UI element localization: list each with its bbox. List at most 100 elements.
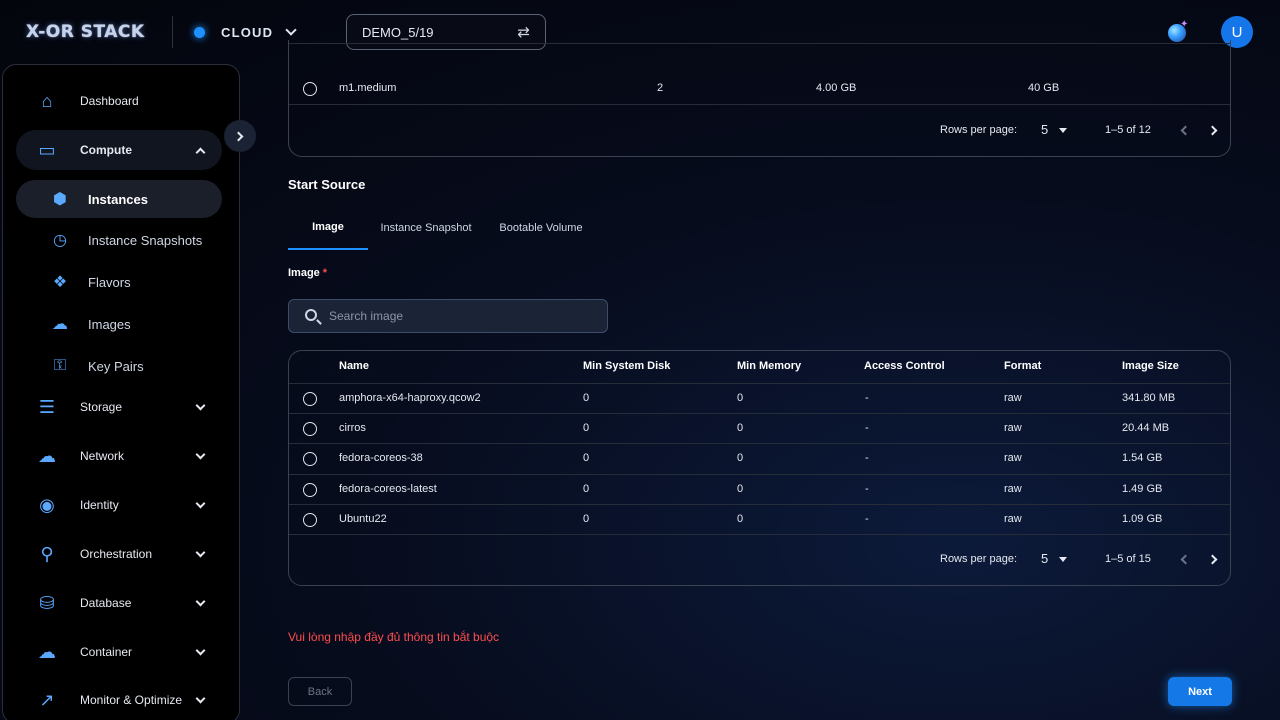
min-system-disk: 0 bbox=[583, 513, 590, 525]
image-name: amphora-x64-haproxy.qcow2 bbox=[339, 392, 481, 404]
flavors-icon: ❖ bbox=[52, 274, 68, 291]
cloud-switcher[interactable]: CLOUD bbox=[194, 22, 297, 42]
sidebar-subitem-flavors[interactable]: ❖ Flavors bbox=[16, 263, 222, 301]
row-radio[interactable] bbox=[303, 513, 317, 527]
sidebar-item-identity[interactable]: ◉ Identity bbox=[16, 485, 222, 525]
pagination-range: 1–5 of 15 bbox=[1105, 553, 1151, 565]
image-search-input[interactable] bbox=[329, 300, 599, 332]
sidebar-item-container[interactable]: ☁ Container bbox=[16, 632, 222, 672]
caret-down-icon bbox=[1059, 557, 1067, 562]
chevron-down-icon bbox=[195, 547, 206, 557]
pagination-range: 1–5 of 12 bbox=[1105, 124, 1151, 136]
tab-image[interactable]: Image bbox=[288, 206, 368, 250]
image-name: Ubuntu22 bbox=[339, 513, 387, 525]
chevron-down-icon bbox=[195, 596, 206, 606]
table-row[interactable]: fedora-coreos-38 0 0 - raw 1.54 GB bbox=[289, 444, 1230, 475]
next-page-button[interactable] bbox=[1207, 125, 1218, 136]
tab-bootable-volume[interactable]: Bootable Volume bbox=[492, 206, 590, 250]
orchestration-icon: ⚲ bbox=[40, 543, 54, 564]
rows-per-page-label: Rows per page: bbox=[940, 553, 1018, 565]
min-memory: 0 bbox=[737, 452, 744, 464]
storage-icon: ☰ bbox=[38, 396, 56, 417]
image-size: 1.49 GB bbox=[1122, 483, 1163, 495]
sidebar-item-monitor-optimize[interactable]: ↗ Monitor & Optimize bbox=[16, 680, 222, 720]
flavor-ram: 4.00 GB bbox=[816, 82, 857, 94]
section-title-start-source: Start Source bbox=[288, 177, 366, 192]
identity-icon: ◉ bbox=[39, 494, 55, 515]
sidebar-collapse-button[interactable] bbox=[224, 120, 256, 152]
flavor-table-pagination: Rows per page: 5 1–5 of 12 bbox=[289, 116, 1230, 146]
column-header: Min Memory bbox=[737, 360, 802, 372]
row-radio[interactable] bbox=[303, 392, 317, 406]
sidebar-item-network[interactable]: ☁ Network bbox=[16, 436, 222, 476]
min-system-disk: 0 bbox=[583, 452, 590, 464]
min-memory: 0 bbox=[737, 422, 744, 434]
chevron-down-icon bbox=[195, 498, 206, 508]
min-memory: 0 bbox=[737, 483, 744, 495]
sidebar-subitem-label: Key Pairs bbox=[88, 358, 144, 374]
back-button[interactable]: Back bbox=[288, 677, 352, 706]
table-row[interactable]: amphora-x64-haproxy.qcow2 0 0 - raw 341.… bbox=[289, 384, 1230, 414]
sidebar-item-dashboard[interactable]: ⌂ Dashboard bbox=[16, 81, 222, 121]
image-format: raw bbox=[1004, 513, 1022, 525]
app-logo: X-OR STACK bbox=[26, 22, 145, 42]
validation-error-message: Vui lòng nhập đầy đủ thông tin bắt buộc bbox=[288, 630, 500, 644]
min-system-disk: 0 bbox=[583, 422, 590, 434]
sidebar-item-orchestration[interactable]: ⚲ Orchestration bbox=[16, 534, 222, 574]
row-radio[interactable] bbox=[303, 82, 317, 96]
chevron-up-icon bbox=[195, 147, 206, 157]
image-size: 1.54 GB bbox=[1122, 452, 1163, 464]
image-size: 341.80 MB bbox=[1122, 392, 1176, 404]
swap-icon: ⇄ bbox=[517, 24, 530, 41]
sidebar-subitem-label: Images bbox=[88, 316, 131, 332]
tab-instance-snapshot[interactable]: Instance Snapshot bbox=[376, 206, 476, 250]
flavor-name: m1.medium bbox=[339, 82, 397, 94]
sidebar-item-compute[interactable]: ▭ Compute bbox=[16, 130, 222, 170]
header-divider bbox=[172, 16, 173, 48]
image-label-text: Image bbox=[288, 267, 320, 279]
access-control: - bbox=[865, 452, 869, 464]
row-radio[interactable] bbox=[303, 483, 317, 497]
sidebar-subitem-instances[interactable]: ⬢ Instances bbox=[16, 180, 222, 218]
monitor-chart-icon: ↗ bbox=[39, 689, 55, 710]
sidebar-item-label: Identity bbox=[80, 498, 119, 512]
image-field-label: Image * bbox=[288, 267, 327, 279]
chevron-down-icon bbox=[285, 24, 297, 36]
sidebar-item-database[interactable]: ⛁ Database bbox=[16, 583, 222, 623]
access-control: - bbox=[865, 513, 869, 525]
table-row[interactable]: cirros 0 0 - raw 20.44 MB bbox=[289, 414, 1230, 444]
sidebar-subitem-key-pairs[interactable]: ⚿ Key Pairs bbox=[16, 347, 222, 385]
next-button[interactable]: Next bbox=[1168, 677, 1232, 706]
sidebar-item-label: Network bbox=[80, 449, 125, 463]
prev-page-button[interactable] bbox=[1180, 554, 1191, 565]
rows-per-page-select[interactable]: 5 bbox=[1041, 122, 1048, 137]
row-radio[interactable] bbox=[303, 452, 317, 466]
rows-per-page-select[interactable]: 5 bbox=[1041, 551, 1048, 566]
access-control: - bbox=[865, 483, 869, 495]
sidebar-subitem-instance-snapshots[interactable]: ◷ Instance Snapshots bbox=[16, 221, 222, 259]
network-icon: ☁ bbox=[38, 445, 56, 466]
table-row[interactable]: m1.medium 2 4.00 GB 40 GB bbox=[289, 74, 1230, 105]
sidebar-subitem-label: Flavors bbox=[88, 274, 131, 290]
sidebar-subitem-images[interactable]: ☁ Images bbox=[16, 305, 222, 343]
images-icon: ☁ bbox=[52, 316, 68, 333]
sidebar-item-label: Database bbox=[80, 596, 132, 610]
key-icon: ⚿ bbox=[53, 357, 67, 374]
next-page-button[interactable] bbox=[1207, 554, 1218, 565]
chevron-down-icon bbox=[195, 449, 206, 459]
table-row[interactable]: fedora-coreos-latest 0 0 - raw 1.49 GB bbox=[289, 475, 1230, 505]
row-radio[interactable] bbox=[303, 422, 317, 436]
sidebar-item-label: Storage bbox=[80, 400, 123, 414]
sidebar-item-label: Compute bbox=[80, 143, 132, 157]
image-table-pagination: Rows per page: 5 1–5 of 15 bbox=[289, 545, 1230, 575]
prev-page-button[interactable] bbox=[1180, 125, 1191, 136]
sidebar-subitem-label: Instances bbox=[88, 191, 148, 207]
database-icon: ⛁ bbox=[39, 592, 55, 613]
flavor-table: m1.medium 2 4.00 GB 40 GB Rows per page:… bbox=[288, 40, 1231, 157]
table-row[interactable]: Ubuntu22 0 0 - raw 1.09 GB bbox=[289, 505, 1230, 535]
image-name: cirros bbox=[339, 422, 366, 434]
rows-per-page-label: Rows per page: bbox=[940, 124, 1018, 136]
image-name: fedora-coreos-38 bbox=[339, 452, 423, 464]
image-search-box[interactable] bbox=[288, 299, 608, 333]
sidebar-item-storage[interactable]: ☰ Storage bbox=[16, 387, 222, 427]
